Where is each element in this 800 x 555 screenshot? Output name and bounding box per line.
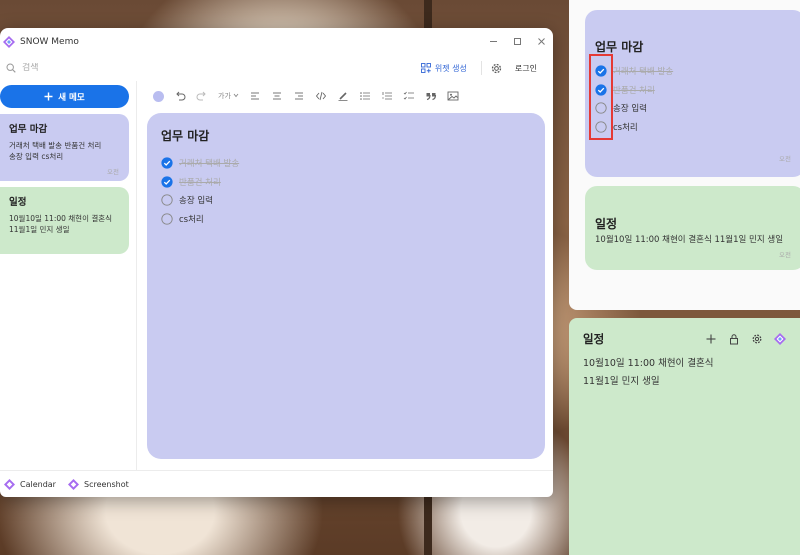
memo-list-item[interactable]: 일정 10월10일 11:00 채현이 결혼식 11월1일 민지 생일: [0, 187, 129, 254]
calendar-link[interactable]: Calendar: [4, 478, 56, 490]
widget-card-time: 오전: [779, 251, 791, 259]
search-input[interactable]: [22, 63, 202, 73]
memo-title: 일정: [9, 197, 27, 208]
plus-icon: [44, 92, 53, 101]
new-memo-label: 새 메모: [58, 92, 85, 103]
sticky-note-window: 일정 10월10일 11:00 채현이 결혼식 11월1일 민지 생일: [569, 318, 800, 555]
divider: [480, 61, 482, 75]
checked-checkbox-icon[interactable]: [161, 157, 173, 169]
title-bar[interactable]: SNOW Memo: [0, 28, 553, 55]
screenshot-app-icon: [67, 478, 79, 490]
create-widget-button[interactable]: 위젯 생성: [415, 60, 473, 77]
widget-checklist-item[interactable]: 송장 입력: [595, 99, 795, 118]
widget-card[interactable]: 업무 마감 거래처 택배 발송반품건 처리송장 입력 cs처리 오전: [585, 10, 800, 177]
calendar-app-icon: [4, 478, 15, 490]
numbered-list-icon[interactable]: [381, 90, 393, 102]
search-icon: [6, 63, 16, 73]
editor-toolbar: 가가: [147, 81, 545, 111]
widget-icon: [420, 63, 431, 73]
image-icon[interactable]: [447, 90, 459, 102]
login-button[interactable]: 로그인: [515, 63, 537, 74]
unchecked-checkbox-icon[interactable]: [161, 213, 173, 225]
memo-editor: 가가 업무 마감 거래처 택배 발송 반품건 처리 송장 입력 cs처리: [137, 81, 553, 470]
align-right-icon[interactable]: [293, 90, 305, 102]
highlighter-icon[interactable]: [337, 90, 349, 102]
memo-list-item[interactable]: 업무 마감 거래처 택배 발송 반품건 처리 송장 입력 cs처리 오전: [0, 114, 129, 181]
redo-icon[interactable]: [196, 90, 208, 102]
bullet-list-icon[interactable]: [359, 90, 371, 102]
checklist-item-text: 송장 입력: [179, 196, 213, 207]
create-widget-label: 위젯 생성: [434, 63, 467, 73]
checked-checkbox-icon[interactable]: [161, 176, 173, 188]
widget-checklist-item[interactable]: 반품건 처리: [595, 81, 795, 100]
minimize-button[interactable]: [481, 28, 505, 55]
sticky-note-title: 일정: [583, 332, 605, 346]
widget-card-line: 10월10일 11:00 채현이 결혼식 11월1일 민지 생일: [595, 235, 784, 245]
snow-logo-icon[interactable]: [774, 333, 786, 345]
screenshot-label: Screenshot: [83, 479, 129, 489]
memo-preview-line: 10월10일 11:00 채현이 결혼식: [9, 214, 113, 223]
lock-icon[interactable]: [728, 333, 740, 345]
note-title[interactable]: 업무 마감: [161, 127, 531, 144]
footer-bar: Calendar Screenshot: [0, 470, 553, 497]
memo-time: 오전: [107, 168, 119, 176]
checklist-item[interactable]: 반품건 처리: [161, 173, 531, 192]
checklist-item-text: 반품건 처리: [179, 177, 221, 188]
maximize-button[interactable]: [505, 28, 529, 55]
snow-logo-icon: [3, 35, 15, 48]
calendar-label: Calendar: [20, 479, 56, 489]
sticky-note-line: 11월1일 민지 생일: [583, 376, 660, 387]
close-icon: [537, 38, 545, 45]
settings-gear-icon[interactable]: [490, 62, 503, 75]
widget-checklist-text: 거래처 택배 발송: [613, 67, 674, 78]
memo-sidebar: 새 메모 업무 마감 거래처 택배 발송 반품건 처리 송장 입력 cs처리 오…: [0, 81, 137, 470]
widget-card-time: 오전: [779, 155, 791, 163]
memo-preview-line: 송장 입력 cs처리: [9, 152, 64, 161]
align-center-icon[interactable]: [271, 90, 283, 102]
widget-card[interactable]: 일정 10월10일 11:00 채현이 결혼식 11월1일 민지 생일 오전: [585, 186, 800, 270]
checklist-item-text: 거래처 택배 발송: [179, 159, 240, 170]
snow-memo-window: SNOW Memo 위젯 생성: [0, 28, 553, 497]
minimize-icon: [489, 41, 497, 42]
new-memo-button[interactable]: 새 메모: [0, 85, 129, 108]
widget-checklist-text: cs처리: [613, 122, 638, 133]
checklist-icon[interactable]: [403, 90, 415, 102]
settings-gear-icon[interactable]: [751, 333, 763, 345]
memo-preview-line: 11월1일 민지 생일: [9, 225, 70, 234]
color-picker-button[interactable]: [153, 90, 164, 102]
screenshot-link[interactable]: Screenshot: [67, 478, 129, 490]
memo-title: 업무 마감: [9, 124, 48, 135]
widget-checklist-item[interactable]: 거래처 택배 발송: [595, 62, 795, 81]
note-content-area[interactable]: 업무 마감 거래처 택배 발송반품건 처리송장 입력 cs처리: [147, 113, 545, 459]
sticky-note-line: 10월10일 11:00 채현이 결혼식: [583, 358, 714, 369]
maximize-icon: [513, 38, 521, 45]
undo-icon[interactable]: [174, 90, 186, 102]
chevron-down-icon: [233, 93, 239, 98]
checklist-item[interactable]: 거래처 택배 발송: [161, 154, 531, 173]
quote-icon[interactable]: [425, 90, 437, 102]
memo-preview-line: 거래처 택배 발송 반품건 처리: [9, 141, 102, 150]
widget-checklist-text: 반품건 처리: [613, 85, 655, 96]
annotation-highlight-box: [589, 54, 613, 140]
widget-card-title: 일정: [595, 217, 618, 231]
plus-icon[interactable]: [705, 333, 717, 345]
checklist-item-text: cs처리: [179, 214, 204, 225]
widget-checklist-item[interactable]: cs처리: [595, 118, 795, 137]
code-icon[interactable]: [315, 90, 327, 102]
align-left-icon[interactable]: [249, 90, 261, 102]
checklist-item[interactable]: cs처리: [161, 210, 531, 229]
unchecked-checkbox-icon[interactable]: [161, 194, 173, 206]
checklist-item[interactable]: 송장 입력: [161, 191, 531, 210]
widget-checklist-text: 송장 입력: [613, 104, 647, 115]
close-button[interactable]: [529, 28, 553, 55]
top-bar: 위젯 생성 로그인: [0, 55, 553, 81]
font-size-dropdown[interactable]: 가가: [218, 91, 239, 101]
font-size-label: 가가: [218, 92, 231, 100]
widget-preview-panel: 업무 마감 거래처 택배 발송반품건 처리송장 입력 cs처리 오전 일정 10월…: [569, 0, 800, 310]
widget-card-title: 업무 마감: [595, 40, 644, 54]
app-title: SNOW Memo: [20, 36, 79, 47]
